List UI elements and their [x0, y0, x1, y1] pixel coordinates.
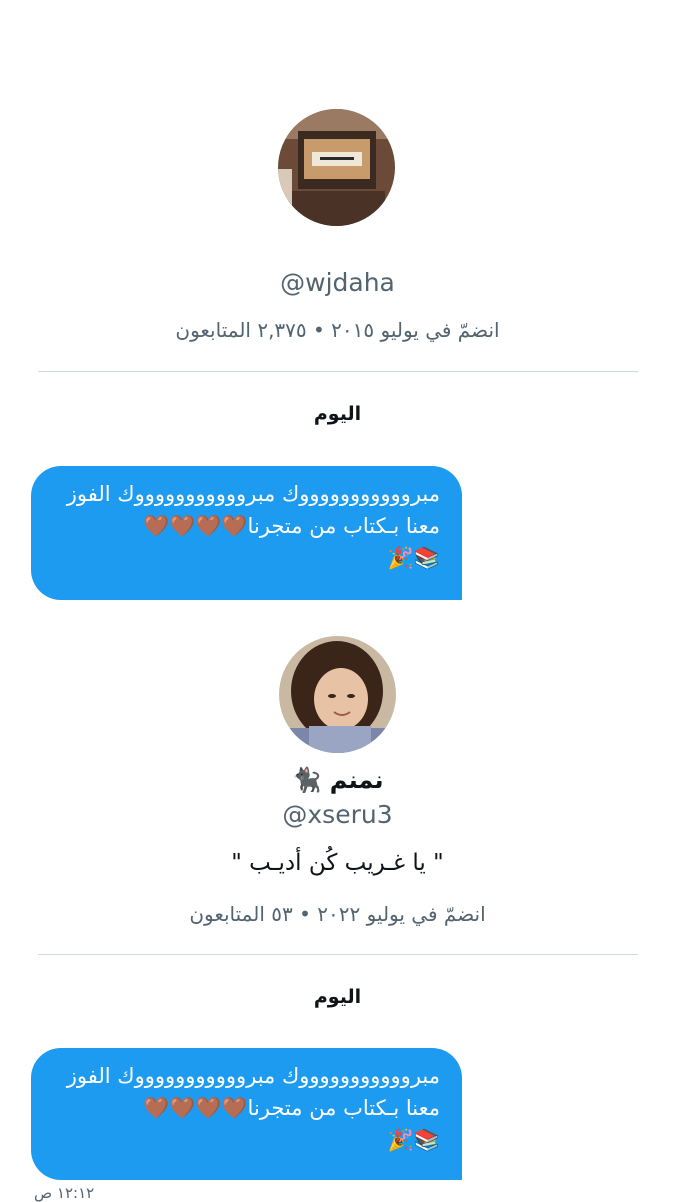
message-line: مبروووووووووووك مبروووووووووووك الفوز	[66, 482, 440, 506]
bio: " يا غـريب كُن أديـب "	[231, 850, 444, 876]
join-meta: انضمّ في يوليو ٢٠١٥ • ٢,٣٧٥ المتابعون	[175, 318, 500, 342]
divider	[38, 371, 638, 372]
avatar[interactable]	[279, 636, 396, 753]
message-line: معنا بـكتاب من متجرنا🤎🤎🤎🤎	[142, 514, 440, 538]
day-label: اليوم	[313, 403, 362, 425]
divider	[38, 954, 638, 955]
join-meta: انضمّ في يوليو ٢٠٢٢ • ٥٣ المتابعون	[189, 902, 486, 926]
handle[interactable]: @wjdaha	[0, 268, 675, 297]
display-name[interactable]: نمنم 🐈‍⬛	[0, 766, 675, 794]
message-line: 📚🎉	[387, 546, 440, 570]
message-line: معنا بـكتاب من متجرنا🤎🤎🤎🤎	[142, 1096, 440, 1120]
message-line: مبروووووووووووك مبروووووووووووك الفوز	[66, 1064, 440, 1088]
avatar[interactable]	[278, 109, 395, 226]
day-label: اليوم	[313, 986, 362, 1008]
message-bubble[interactable]: مبروووووووووووك مبروووووووووووك الفوز مع…	[31, 1048, 462, 1180]
handle[interactable]: @xseru3	[0, 800, 675, 829]
message-line: 📚🎉	[387, 1128, 440, 1152]
message-timestamp: ١٢:١٢ ص	[34, 1184, 95, 1202]
message-bubble[interactable]: مبروووووووووووك مبروووووووووووك الفوز مع…	[31, 466, 462, 600]
